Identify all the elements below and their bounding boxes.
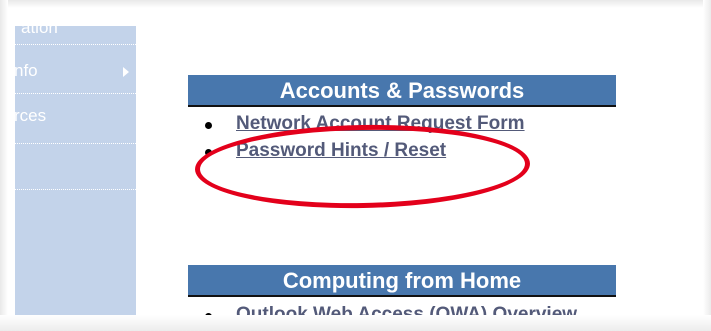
sidebar-divider (15, 189, 136, 190)
sidebar-divider (15, 44, 136, 45)
sidebar-item-label: rces (15, 106, 47, 125)
window-shadow-left (0, 0, 8, 331)
sidebar-item-0[interactable]: ation (15, 26, 136, 40)
window-shadow-right (703, 0, 711, 331)
sidebar-item-label: ation (21, 26, 58, 37)
sidebar-divider (15, 93, 136, 94)
section-header-home: Computing from Home (188, 265, 616, 297)
window-shadow-top (0, 0, 711, 8)
sidebar-item-label: nfo (15, 61, 38, 80)
bullet-icon (205, 122, 212, 129)
sidebar-item-info[interactable]: nfo (15, 59, 136, 83)
window-shadow-bottom (0, 315, 711, 331)
sidebar-item-resources[interactable]: rces (15, 104, 136, 128)
submenu-arrow-icon (123, 67, 129, 77)
section-header-accounts: Accounts & Passwords (188, 75, 616, 107)
sidebar-nav: ation nfo rces (15, 26, 136, 316)
sidebar-divider (15, 143, 136, 144)
